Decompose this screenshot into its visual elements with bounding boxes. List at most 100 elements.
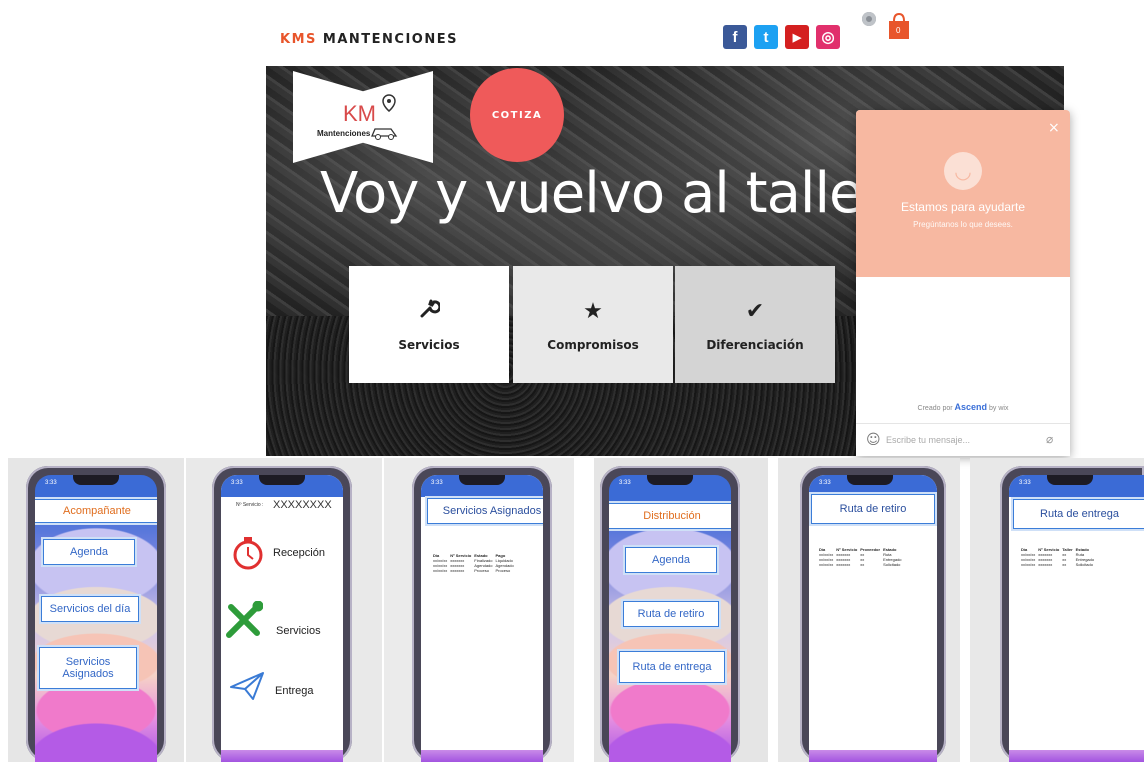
agenda-button[interactable]: Agenda xyxy=(43,539,135,565)
agenda-button[interactable]: Agenda xyxy=(625,547,717,573)
screen-title: Servicios Asignados xyxy=(427,498,543,524)
table-cell: xx/xx/xx xyxy=(819,562,834,567)
phone-servicios-asignados: 3:33 Servicios Asignados Día Nº Servicio E… xyxy=(412,466,552,762)
message-input[interactable]: Escribe tu mensaje... xyxy=(886,435,970,445)
chat-credit: Creado por Ascend by wix xyxy=(856,402,1070,412)
twitter-icon[interactable]: t xyxy=(754,25,778,49)
chat-input-bar: ☺ Escribe tu mensaje... ⌀ xyxy=(856,423,1070,456)
chat-subtitle: Pregúntanos lo que desees. xyxy=(913,220,1013,229)
phone-notch xyxy=(847,475,893,485)
service-number-value: XXXXXXXX xyxy=(273,499,332,511)
facebook-icon[interactable]: f xyxy=(723,25,747,49)
emoji-icon[interactable]: ☺ xyxy=(866,432,881,448)
phone-screen: 3:33 Servicios Asignados Día Nº Servicio E… xyxy=(421,475,543,762)
status-time: 3:33 xyxy=(1019,480,1031,486)
brand-title[interactable]: KMS MANTENCIONES xyxy=(280,32,458,47)
screen-title: Ruta de entrega xyxy=(1013,499,1144,529)
routes-table: Día Nº Servicio Proveedor Estado xx/xx/xx xxx… xyxy=(819,547,905,567)
attach-icon[interactable]: ⌀ xyxy=(1046,432,1053,446)
card-servicios[interactable]: Servicios xyxy=(349,266,509,383)
stopwatch-icon xyxy=(233,537,263,570)
credit-brand: Ascend xyxy=(954,402,988,412)
home-bar xyxy=(1009,750,1144,762)
phone-screen: 3:33 Ruta de retiro Día Nº Servicio Provee… xyxy=(809,475,937,762)
chat-header: × ◡ Estamos para ayudarte Pregúntanos lo… xyxy=(856,110,1070,277)
smiley-icon: ◡ xyxy=(944,152,982,190)
wrench-icon xyxy=(418,298,442,332)
card-compromisos[interactable]: ★ Compromisos xyxy=(513,266,673,383)
phone-screen: 3:33 Nº Servicio : XXXXXXXX Recepción Se… xyxy=(221,475,343,762)
status-time: 3:33 xyxy=(45,480,57,486)
location-pin-icon xyxy=(382,94,396,112)
table-cell: Solicitado xyxy=(883,562,901,567)
phone-screen: 3:33 Distribución Agenda Ruta de retiro … xyxy=(609,475,731,762)
brand-prefix: KMS xyxy=(280,32,317,47)
cotiza-button[interactable]: COTIZA xyxy=(470,68,564,162)
cart-count: 0 xyxy=(896,26,901,35)
logo[interactable]: KM Mantenciones xyxy=(293,71,433,163)
check-icon: ✔ xyxy=(745,297,765,323)
home-bar xyxy=(809,750,937,762)
table-cell: Proceso xyxy=(474,568,489,573)
phone-notch xyxy=(1047,475,1093,485)
table-cell: xx/xx/xx xyxy=(433,568,448,573)
phone-acompanante: 3:33 Acompañante Agenda Servicios del dí… xyxy=(26,466,166,762)
phone-ruta-retiro: 3:33 Ruta de retiro Día Nº Servicio Provee… xyxy=(800,466,946,762)
card-label: Compromisos xyxy=(547,337,639,352)
table-row[interactable]: xx/xx/xx xxxxxxx xx Solicitado xyxy=(819,562,905,567)
table-cell: Solicitado xyxy=(1075,562,1093,567)
services-table: Día Nº Servicio Estado Pago xx/xx/xx xxxxxxx F… xyxy=(433,553,517,573)
status-time: 3:33 xyxy=(819,480,831,486)
star-icon: ★ xyxy=(583,297,603,323)
credit-text: Creado por xyxy=(917,405,953,412)
servicios-del-dia-button[interactable]: Servicios del día xyxy=(41,596,139,622)
entrega-item[interactable]: Entrega xyxy=(275,685,314,697)
instagram-icon[interactable]: ◎ xyxy=(816,25,840,49)
home-bar xyxy=(221,750,343,762)
recepcion-item[interactable]: Recepción xyxy=(273,547,325,559)
table-cell: xx xyxy=(860,562,865,567)
table-cell: xx/xx/xx xyxy=(1021,562,1036,567)
routes-table: Día Nº Servicio Taller Estado xx/xx/xx xxxxxx… xyxy=(1021,547,1097,567)
servicios-item[interactable]: Servicios xyxy=(276,625,321,637)
status-time: 3:33 xyxy=(231,480,243,486)
table-row[interactable]: xx/xx/xx xxxxxxx xx Solicitado xyxy=(1021,562,1097,567)
table-cell: xx xyxy=(1062,562,1067,567)
screen-title: Distribución xyxy=(609,503,731,529)
logo-subtitle: Mantenciones xyxy=(317,129,371,138)
phone-ruta-entrega: 3:33 Ruta de entrega Día Nº Servicio Talle… xyxy=(1000,466,1144,762)
cart-button[interactable]: 0 xyxy=(888,12,910,40)
phone-screen: 3:33 Acompañante Agenda Servicios del dí… xyxy=(35,475,157,762)
table-cell: Proceso xyxy=(495,568,511,573)
status-time: 3:33 xyxy=(619,480,631,486)
settings-icon[interactable] xyxy=(862,12,876,26)
chat-title: Estamos para ayudarte xyxy=(900,200,1026,214)
credit-brand-suffix: by wix xyxy=(989,405,1009,412)
home-bar xyxy=(421,750,543,762)
screen-title: Acompañante xyxy=(35,499,157,523)
chat-widget[interactable]: × ◡ Estamos para ayudarte Pregúntanos lo… xyxy=(856,110,1070,456)
hero-slogan: Voy y vuelvo al taller xyxy=(320,161,885,226)
close-icon[interactable]: × xyxy=(1048,120,1060,136)
send-plane-icon xyxy=(230,672,264,700)
phone-distribucion: 3:33 Distribución Agenda Ruta de retiro … xyxy=(600,466,740,762)
ruta-entrega-button[interactable]: Ruta de entrega xyxy=(619,651,725,683)
card-label: Servicios xyxy=(398,337,460,352)
phone-notch xyxy=(459,475,505,485)
phone-notch xyxy=(73,475,119,485)
phone-notch xyxy=(647,475,693,485)
phone-screen: 3:33 Ruta de entrega Día Nº Servicio Talle… xyxy=(1009,475,1144,762)
service-number-label: Nº Servicio : xyxy=(236,502,264,508)
card-diferenciacion[interactable]: ✔ Diferenciación xyxy=(675,266,835,383)
phone-notch xyxy=(259,475,305,485)
card-label: Diferenciación xyxy=(706,337,804,352)
youtube-icon[interactable]: ▶ xyxy=(785,25,809,49)
table-cell: xxxxxxx xyxy=(450,568,465,573)
ruta-retiro-button[interactable]: Ruta de retiro xyxy=(623,601,719,627)
table-row[interactable]: xx/xx/xx xxxxxxx Proceso Proceso xyxy=(433,568,517,573)
screen-title: Ruta de retiro xyxy=(811,494,935,524)
phone-servicio: 3:33 Nº Servicio : XXXXXXXX Recepción Se… xyxy=(212,466,352,762)
table-cell: xxxxxxx xyxy=(1038,562,1053,567)
status-time: 3:33 xyxy=(431,480,443,486)
servicios-asignados-button[interactable]: Servicios Asignados xyxy=(39,647,137,689)
